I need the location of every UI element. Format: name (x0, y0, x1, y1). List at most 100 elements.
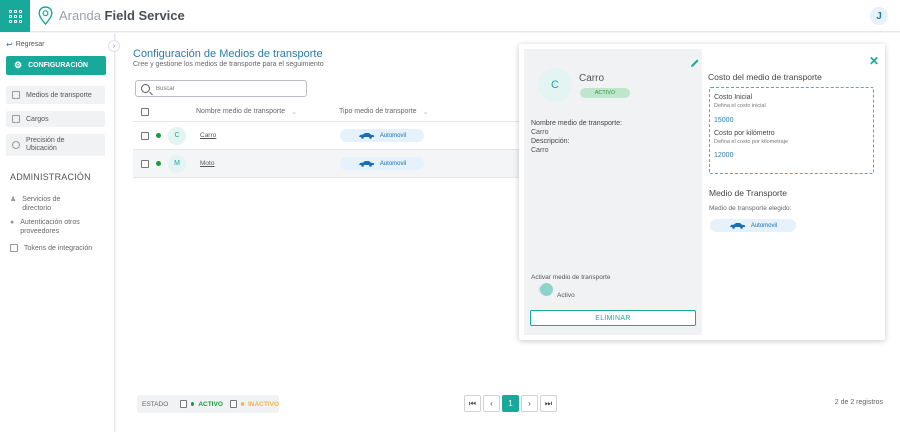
initial-cost-help: Defina el costo inicial (714, 103, 766, 109)
sidebar-item-cargos[interactable]: Cargos (6, 111, 105, 127)
sidebar-item-medios-transporte[interactable]: Medios de transporte (6, 86, 105, 104)
filter-activo-checkbox[interactable] (180, 400, 188, 408)
detail-desc-value: Carro (531, 147, 549, 154)
column-header-type[interactable]: Tipo medio de transporte ⌄ (339, 108, 428, 116)
status-filter: ESTADO ACTIVO INACTIVO (137, 395, 279, 413)
column-header-name-label: Nombre medio de transporte (196, 107, 286, 115)
initial-cost-value[interactable]: 15000 (714, 117, 733, 124)
sidebar-item-label: Tokens de integración (24, 245, 93, 252)
last-page-button[interactable]: ⏭ (540, 395, 557, 412)
row-avatar: M (168, 154, 186, 173)
status-filter-label: ESTADO (142, 400, 169, 408)
vehicle-icon (12, 91, 20, 99)
status-dot (156, 161, 161, 166)
transport-chosen-label: Medio de transporte elegido: (709, 205, 792, 212)
table-row[interactable]: C Carro Automovil (133, 122, 523, 150)
close-icon[interactable]: ✕ (869, 54, 879, 68)
first-page-button[interactable]: ⏮ (464, 395, 481, 412)
delete-button[interactable]: ELIMINAR (530, 310, 696, 326)
km-cost-label: Costo por kilómetro (714, 130, 775, 137)
next-page-button[interactable]: › (521, 395, 538, 412)
active-toggle[interactable] (538, 283, 553, 296)
cost-box[interactable]: Costo Inicial Defina el costo inicial 15… (709, 87, 874, 174)
transport-section-title: Medio de Transporte (709, 188, 787, 198)
admin-section-title: ADMINISTRACIÓN (10, 172, 91, 182)
brand-name-bold: Field Service (104, 8, 185, 23)
row-checkbox[interactable] (141, 131, 149, 140)
search-box[interactable] (135, 80, 307, 97)
app-launcher-button[interactable] (0, 0, 30, 32)
row-name-link[interactable]: Moto (200, 160, 340, 167)
type-chip-label: Automovil (379, 132, 407, 139)
back-label: Regresar (15, 41, 45, 48)
sidebar-item-servicios-directorio[interactable]: ♟ Servicios de directorio (10, 195, 82, 213)
status-badge: ACTIVO (580, 88, 630, 98)
key-icon: ● (10, 219, 15, 226)
top-bar: Aranda Field Service J (0, 0, 900, 32)
sidebar-item-label: Autenticación otros proveedores (20, 219, 80, 235)
grid-icon (8, 9, 22, 23)
detail-name: Carro (579, 73, 605, 84)
back-link[interactable]: ↩ Regresar (6, 40, 45, 49)
initial-cost-label: Costo Inicial (714, 94, 753, 101)
records-count: 2 de 2 registros (834, 399, 883, 406)
back-arrow-icon: ↩ (6, 40, 13, 49)
filter-inactivo-checkbox[interactable] (229, 400, 237, 408)
edit-icon[interactable] (690, 58, 700, 68)
type-chip: Automovil (340, 129, 424, 142)
select-all-checkbox[interactable] (141, 107, 149, 116)
user-avatar[interactable]: J (870, 7, 888, 25)
detail-name-value: Carro (531, 129, 549, 136)
page-title: Configuración de Medios de transporte (133, 48, 323, 60)
status-dot (156, 133, 161, 138)
users-icon: ♟ (10, 196, 17, 203)
toggle-knob (540, 283, 553, 296)
filter-inactivo-label: INACTIVO (247, 400, 279, 408)
detail-panel: C Carro ACTIVO Nombre medio de transport… (519, 44, 885, 340)
chevron-down-icon: ⌄ (291, 108, 297, 116)
km-cost-value[interactable]: 12000 (714, 152, 733, 159)
car-icon (358, 161, 374, 167)
km-cost-help: Defina el costo por kilometraje (714, 139, 788, 145)
transport-type-label: Automovil (750, 222, 778, 229)
id-card-icon (12, 115, 20, 123)
sidebar: ↩ Regresar ⚙ CONFIGURACIÓN Medios de tra… (0, 33, 115, 432)
sidebar-item-label: Servicios de directorio (22, 196, 61, 212)
toggle-label: Activo (557, 292, 575, 299)
prev-page-button[interactable]: ‹ (483, 395, 500, 412)
transport-type-chip: Automovil (710, 219, 796, 232)
car-icon (358, 133, 374, 139)
sidebar-item-autenticacion[interactable]: ● Autenticación otros proveedores (10, 218, 95, 236)
type-chip: Automovil (340, 157, 424, 170)
filter-activo-label: ACTIVO (198, 400, 223, 408)
sidebar-item-precision-ubicacion[interactable]: Precisión de Ubicación (6, 134, 105, 156)
detail-summary: C Carro ACTIVO Nombre medio de transport… (524, 49, 702, 335)
car-icon (729, 223, 745, 229)
activate-label: Activar medio de transporte (531, 274, 611, 281)
brand-name: Aranda Field Service (59, 8, 185, 23)
chevron-down-icon: ⌄ (422, 108, 429, 116)
detail-desc-label: Descripción: (531, 138, 570, 145)
active-dot (191, 402, 195, 406)
location-pin-icon (38, 6, 53, 25)
collapse-sidebar-button[interactable]: › (108, 40, 120, 52)
column-header-type-label: Tipo medio de transporte (339, 107, 417, 115)
detail-avatar: C (538, 68, 572, 102)
row-avatar: C (168, 126, 186, 145)
search-input[interactable] (156, 85, 296, 92)
brand-logo: Aranda Field Service (38, 6, 185, 25)
page-button-current[interactable]: 1 (502, 395, 519, 412)
location-icon (12, 141, 20, 149)
sidebar-item-label: Cargos (26, 115, 49, 123)
token-icon (10, 244, 18, 252)
inactive-dot (240, 402, 244, 406)
gear-icon: ⚙ (14, 60, 23, 70)
sidebar-item-label: Precisión de Ubicación (26, 137, 65, 152)
nav-configuracion[interactable]: ⚙ CONFIGURACIÓN (6, 56, 106, 75)
brand-name-light: Aranda (59, 8, 101, 23)
row-name-link[interactable]: Carro (200, 132, 340, 139)
table-row[interactable]: M Moto Automovil (133, 150, 523, 178)
row-checkbox[interactable] (141, 159, 149, 168)
column-header-name[interactable]: Nombre medio de transporte ⌄ (196, 108, 339, 116)
sidebar-item-tokens[interactable]: Tokens de integración (10, 244, 92, 253)
